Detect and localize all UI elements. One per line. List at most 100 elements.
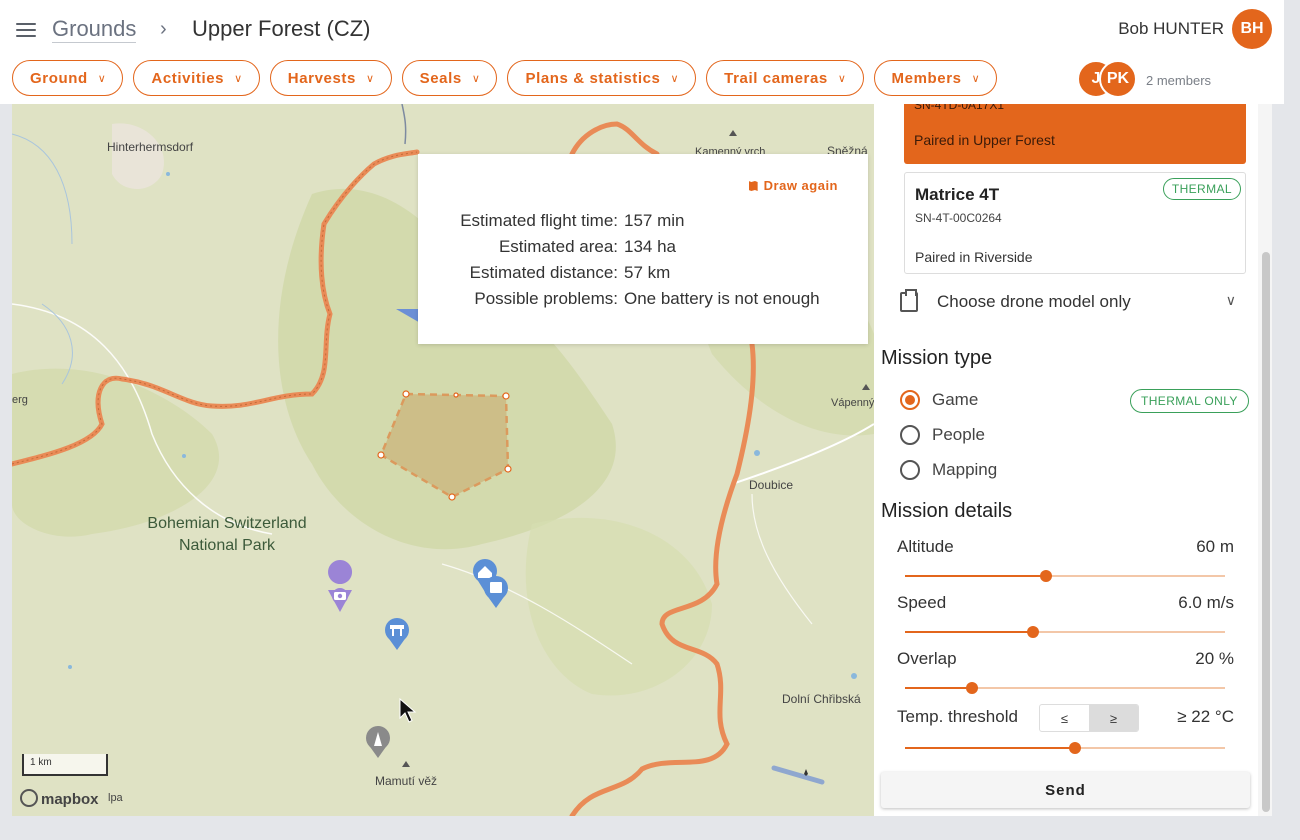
drone-name: Matrice 4T bbox=[915, 185, 1000, 204]
send-button[interactable]: Send bbox=[881, 772, 1250, 808]
radio-checked-icon bbox=[900, 390, 920, 410]
flight-estimate-card: Draw again Estimated flight time: 157 min… bbox=[418, 154, 868, 344]
chevron-down-icon: ∨ bbox=[670, 72, 680, 85]
clipboard-icon bbox=[900, 289, 918, 312]
tab-ground[interactable]: Ground ∨ bbox=[12, 60, 124, 96]
park-label: Bohemian Switzerland National Park bbox=[132, 513, 322, 557]
tab-members[interactable]: Members ∨ bbox=[873, 60, 998, 96]
thermal-badge: THERMAL bbox=[1162, 178, 1241, 200]
estimate-value: 57 km bbox=[624, 263, 671, 282]
map-label: erg bbox=[12, 394, 28, 406]
top-bar: Grounds › Upper Forest (CZ) Bob HUNTER B… bbox=[0, 0, 1284, 104]
chevron-down-icon: ∨ bbox=[471, 72, 481, 85]
slider-thumb[interactable] bbox=[1027, 626, 1039, 638]
poi-tower-icon bbox=[366, 726, 390, 758]
drone-card[interactable]: Matrice 4T THERMAL SN-4T-00C0264 Paired … bbox=[904, 172, 1246, 274]
choose-drone-model-dropdown[interactable]: Choose drone model only ∨ bbox=[900, 288, 1240, 316]
chevron-down-icon: ∨ bbox=[1225, 292, 1236, 308]
temp-comparison-toggle[interactable]: ≤ ≥ bbox=[1039, 704, 1139, 732]
draw-again-label: Draw again bbox=[763, 178, 838, 193]
tab-label: Harvests bbox=[287, 69, 356, 87]
chevron-down-icon: ∨ bbox=[97, 72, 107, 85]
estimate-key: Estimated area: bbox=[498, 237, 618, 256]
tab-trail-cameras[interactable]: Trail cameras ∨ bbox=[706, 60, 864, 96]
radio-unchecked-icon bbox=[900, 460, 920, 480]
speed-value: 6.0 m/s bbox=[1178, 593, 1234, 612]
tab-label: Activities bbox=[151, 69, 225, 87]
altitude-label: Altitude bbox=[897, 537, 954, 556]
members-count: 2 members bbox=[1146, 73, 1212, 88]
mission-panel: SN-4TD-0A17X1 Paired in Upper Forest Mat… bbox=[874, 104, 1258, 816]
tab-label: Seals bbox=[419, 69, 462, 87]
user-avatar[interactable]: BH bbox=[1232, 9, 1272, 49]
drone-paired-location: Paired in Riverside bbox=[915, 249, 1033, 265]
toggle-less-equal[interactable]: ≤ bbox=[1040, 705, 1089, 731]
drone-serial: SN-4TD-0A17X1 bbox=[914, 104, 1005, 112]
chevron-down-icon: ∨ bbox=[234, 72, 243, 85]
map-view[interactable]: Hinterhermsdorf Kamenný vrch Sněžná erg … bbox=[12, 104, 874, 816]
breadcrumb-separator-icon: › bbox=[160, 18, 167, 40]
speed-label: Speed bbox=[897, 593, 947, 612]
temp-threshold-slider[interactable] bbox=[905, 740, 1225, 756]
slider-thumb[interactable] bbox=[966, 682, 979, 694]
mouse-cursor-icon bbox=[399, 698, 417, 723]
page-title: Upper Forest (CZ) bbox=[192, 16, 371, 41]
nav-tabs: Ground ∨ Activities ∨ Harvests ∨ Seals ∨ Pla… bbox=[12, 60, 998, 96]
map-label: Dolní Chřibská bbox=[782, 692, 861, 706]
radio-people[interactable]: People bbox=[900, 422, 985, 448]
mission-details-title: Mission details bbox=[881, 500, 1013, 522]
tab-activities[interactable]: Activities ∨ bbox=[133, 60, 260, 96]
altitude-slider[interactable] bbox=[905, 568, 1225, 584]
member-avatar[interactable]: PK bbox=[1099, 60, 1137, 98]
chevron-down-icon: ∨ bbox=[971, 72, 981, 85]
temp-threshold-label: Temp. threshold bbox=[897, 707, 1018, 726]
estimate-key: Estimated distance: bbox=[469, 263, 618, 282]
chevron-down-icon: ∨ bbox=[837, 72, 847, 85]
mapbox-attribution: mapbox bbox=[41, 791, 99, 808]
map-label: lpa bbox=[108, 792, 123, 804]
tab-label: Trail cameras bbox=[724, 69, 828, 87]
altitude-value: 60 m bbox=[1196, 537, 1234, 556]
estimate-row: Estimated flight time: 157 min bbox=[418, 208, 868, 234]
radio-mapping[interactable]: Mapping bbox=[900, 457, 997, 483]
tab-plans-statistics[interactable]: Plans & statistics ∨ bbox=[507, 60, 697, 96]
speed-slider[interactable] bbox=[905, 624, 1225, 640]
map-label: Hinterhermsdorf bbox=[107, 140, 194, 154]
draw-again-button[interactable]: Draw again bbox=[748, 178, 838, 193]
overlap-label: Overlap bbox=[897, 649, 957, 668]
toggle-greater-equal[interactable]: ≥ bbox=[1089, 705, 1138, 731]
radio-game[interactable]: Game bbox=[900, 387, 978, 413]
tab-label: Plans & statistics bbox=[525, 69, 661, 87]
drone-card-selected[interactable]: SN-4TD-0A17X1 Paired in Upper Forest bbox=[904, 104, 1246, 164]
estimate-row: Possible problems: One battery is not eno… bbox=[418, 286, 868, 312]
park-label-line: Bohemian Switzerland bbox=[147, 515, 307, 532]
menu-icon[interactable] bbox=[16, 21, 36, 37]
map-label: Vápenný bbox=[831, 397, 874, 409]
slider-thumb[interactable] bbox=[1068, 742, 1081, 754]
estimate-key: Possible problems: bbox=[474, 289, 618, 308]
estimate-row: Estimated area: 134 ha bbox=[418, 234, 868, 260]
mapbox-logo[interactable]: mapbox bbox=[20, 789, 99, 808]
radio-unchecked-icon bbox=[900, 425, 920, 445]
breadcrumb-grounds-link[interactable]: Grounds bbox=[52, 16, 137, 43]
user-name[interactable]: Bob HUNTER bbox=[1118, 19, 1224, 39]
estimate-value: 134 ha bbox=[624, 237, 676, 256]
overlap-slider[interactable] bbox=[905, 680, 1225, 696]
mission-type-title: Mission type bbox=[881, 347, 993, 369]
scrollbar-thumb[interactable] bbox=[1262, 252, 1270, 812]
poi-camera-icon bbox=[328, 560, 353, 612]
estimate-value: One battery is not enough bbox=[624, 289, 820, 308]
map-label: Mamutí věž bbox=[375, 774, 438, 788]
tab-seals[interactable]: Seals ∨ bbox=[401, 60, 498, 96]
drone-serial: SN-4T-00C0264 bbox=[915, 211, 1002, 225]
radio-label: Game bbox=[932, 390, 979, 409]
choose-model-label: Choose drone model only bbox=[937, 292, 1131, 311]
temp-threshold-value: ≥ 22 °C bbox=[1177, 707, 1234, 726]
tab-label: Ground bbox=[30, 69, 88, 87]
poi-calendar-icon bbox=[484, 576, 508, 608]
slider-thumb[interactable] bbox=[1039, 570, 1052, 582]
member-avatars[interactable]: J PK bbox=[1077, 60, 1139, 100]
tab-harvests[interactable]: Harvests ∨ bbox=[269, 60, 392, 96]
radio-label: People bbox=[932, 425, 985, 444]
estimate-value: 157 min bbox=[624, 211, 685, 230]
